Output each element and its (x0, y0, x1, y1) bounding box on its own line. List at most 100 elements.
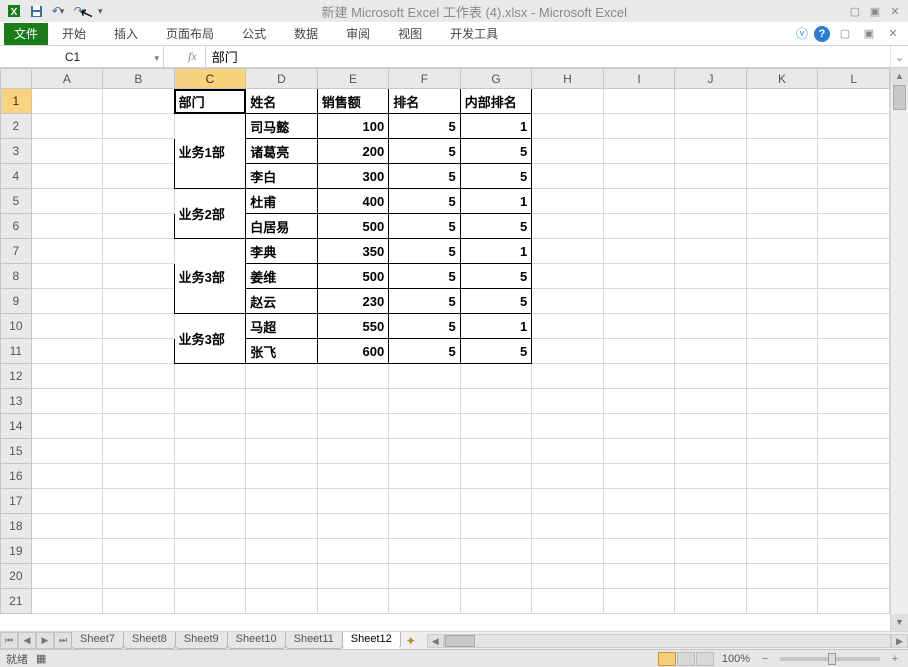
spreadsheet-grid[interactable]: ABCDEFGHIJKL 1部门姓名销售额排名内部排名2业务1部司马懿10051… (0, 68, 890, 614)
ribbon-options-icon[interactable]: ⓥ (796, 25, 808, 42)
ribbon-tab-开发工具[interactable]: 开发工具 (436, 21, 512, 46)
cell-H16[interactable] (532, 464, 604, 489)
name-box[interactable]: C1 ▾ (0, 50, 163, 64)
cell-J17[interactable] (675, 489, 747, 514)
cell-C18[interactable] (174, 514, 246, 539)
hscroll-thumb[interactable] (445, 635, 475, 647)
sheet-tab-Sheet9[interactable]: Sheet9 (175, 632, 228, 649)
cell-J10[interactable] (675, 314, 747, 339)
cell-K10[interactable] (746, 314, 818, 339)
ribbon-close-icon[interactable]: ✕ (884, 27, 902, 41)
cell-B12[interactable] (103, 364, 175, 389)
cell-B17[interactable] (103, 489, 175, 514)
row-header-7[interactable]: 7 (1, 239, 32, 264)
cell-D3[interactable]: 诸葛亮 (246, 139, 318, 164)
cell-L19[interactable] (818, 539, 890, 564)
col-header-B[interactable]: B (103, 69, 175, 89)
ribbon-tab-公式[interactable]: 公式 (228, 21, 280, 46)
cell-C7[interactable]: 业务3部 (174, 239, 246, 314)
cell-G9[interactable]: 5 (460, 289, 532, 314)
cell-J3[interactable] (675, 139, 747, 164)
cell-L5[interactable] (818, 189, 890, 214)
col-header-I[interactable]: I (603, 69, 675, 89)
cell-G7[interactable]: 1 (460, 239, 532, 264)
cell-F20[interactable] (389, 564, 461, 589)
cell-I16[interactable] (603, 464, 675, 489)
cell-C5[interactable]: 业务2部 (174, 189, 246, 239)
cell-J18[interactable] (675, 514, 747, 539)
cell-E17[interactable] (317, 489, 389, 514)
fx-icon[interactable]: fx (188, 49, 197, 64)
col-header-C[interactable]: C (174, 69, 246, 89)
cell-G1[interactable]: 内部排名 (460, 89, 532, 114)
row-header-6[interactable]: 6 (1, 214, 32, 239)
cell-B14[interactable] (103, 414, 175, 439)
cell-I9[interactable] (603, 289, 675, 314)
row-header-17[interactable]: 17 (1, 489, 32, 514)
cell-E8[interactable]: 500 (317, 264, 389, 289)
cell-D2[interactable]: 司马懿 (246, 114, 318, 139)
cell-A13[interactable] (31, 389, 103, 414)
sheet-tab-Sheet10[interactable]: Sheet10 (227, 632, 286, 649)
cell-I3[interactable] (603, 139, 675, 164)
cell-A21[interactable] (31, 589, 103, 614)
cell-A6[interactable] (31, 214, 103, 239)
cell-G19[interactable] (460, 539, 532, 564)
cell-E13[interactable] (317, 389, 389, 414)
cell-K16[interactable] (746, 464, 818, 489)
cell-I6[interactable] (603, 214, 675, 239)
cell-A1[interactable] (31, 89, 103, 114)
cell-C17[interactable] (174, 489, 246, 514)
cell-F11[interactable]: 5 (389, 339, 461, 364)
cell-A19[interactable] (31, 539, 103, 564)
cell-E4[interactable]: 300 (317, 164, 389, 189)
cell-K8[interactable] (746, 264, 818, 289)
cell-K12[interactable] (746, 364, 818, 389)
cell-J5[interactable] (675, 189, 747, 214)
sheet-tab-Sheet8[interactable]: Sheet8 (123, 632, 176, 649)
cell-E2[interactable]: 100 (317, 114, 389, 139)
namebox-dropdown-icon[interactable]: ▾ (154, 53, 159, 64)
cell-H19[interactable] (532, 539, 604, 564)
cell-K11[interactable] (746, 339, 818, 364)
cell-H18[interactable] (532, 514, 604, 539)
cell-I4[interactable] (603, 164, 675, 189)
cell-J6[interactable] (675, 214, 747, 239)
undo-icon[interactable]: ↶▾ (48, 2, 68, 20)
maximize-icon[interactable]: ▣ (866, 4, 884, 18)
ribbon-restore-icon[interactable]: ▣ (860, 27, 878, 41)
cell-F17[interactable] (389, 489, 461, 514)
cell-L6[interactable] (818, 214, 890, 239)
cell-A15[interactable] (31, 439, 103, 464)
col-header-E[interactable]: E (317, 69, 389, 89)
cell-K19[interactable] (746, 539, 818, 564)
cell-E3[interactable]: 200 (317, 139, 389, 164)
sheet-tab-Sheet7[interactable]: Sheet7 (71, 632, 124, 649)
cell-D8[interactable]: 姜维 (246, 264, 318, 289)
macro-record-icon[interactable]: ▦ (36, 652, 46, 665)
cell-H10[interactable] (532, 314, 604, 339)
row-header-4[interactable]: 4 (1, 164, 32, 189)
cell-F6[interactable]: 5 (389, 214, 461, 239)
cell-E10[interactable]: 550 (317, 314, 389, 339)
cell-B7[interactable] (103, 239, 175, 264)
ribbon-tab-开始[interactable]: 开始 (48, 21, 100, 46)
row-header-8[interactable]: 8 (1, 264, 32, 289)
cell-J16[interactable] (675, 464, 747, 489)
row-header-10[interactable]: 10 (1, 314, 32, 339)
cell-G12[interactable] (460, 364, 532, 389)
cell-C12[interactable] (174, 364, 246, 389)
formula-expand-icon[interactable]: ⌄ (890, 46, 908, 67)
cell-J9[interactable] (675, 289, 747, 314)
row-header-5[interactable]: 5 (1, 189, 32, 214)
cell-D16[interactable] (246, 464, 318, 489)
cell-B1[interactable] (103, 89, 175, 114)
cell-L11[interactable] (818, 339, 890, 364)
cell-D6[interactable]: 白居易 (246, 214, 318, 239)
row-header-16[interactable]: 16 (1, 464, 32, 489)
ribbon-tab-审阅[interactable]: 审阅 (332, 21, 384, 46)
sheet-tab-Sheet12[interactable]: Sheet12 (342, 632, 401, 649)
sheet-tab-Sheet11[interactable]: Sheet11 (285, 632, 343, 649)
cell-L10[interactable] (818, 314, 890, 339)
row-header-9[interactable]: 9 (1, 289, 32, 314)
